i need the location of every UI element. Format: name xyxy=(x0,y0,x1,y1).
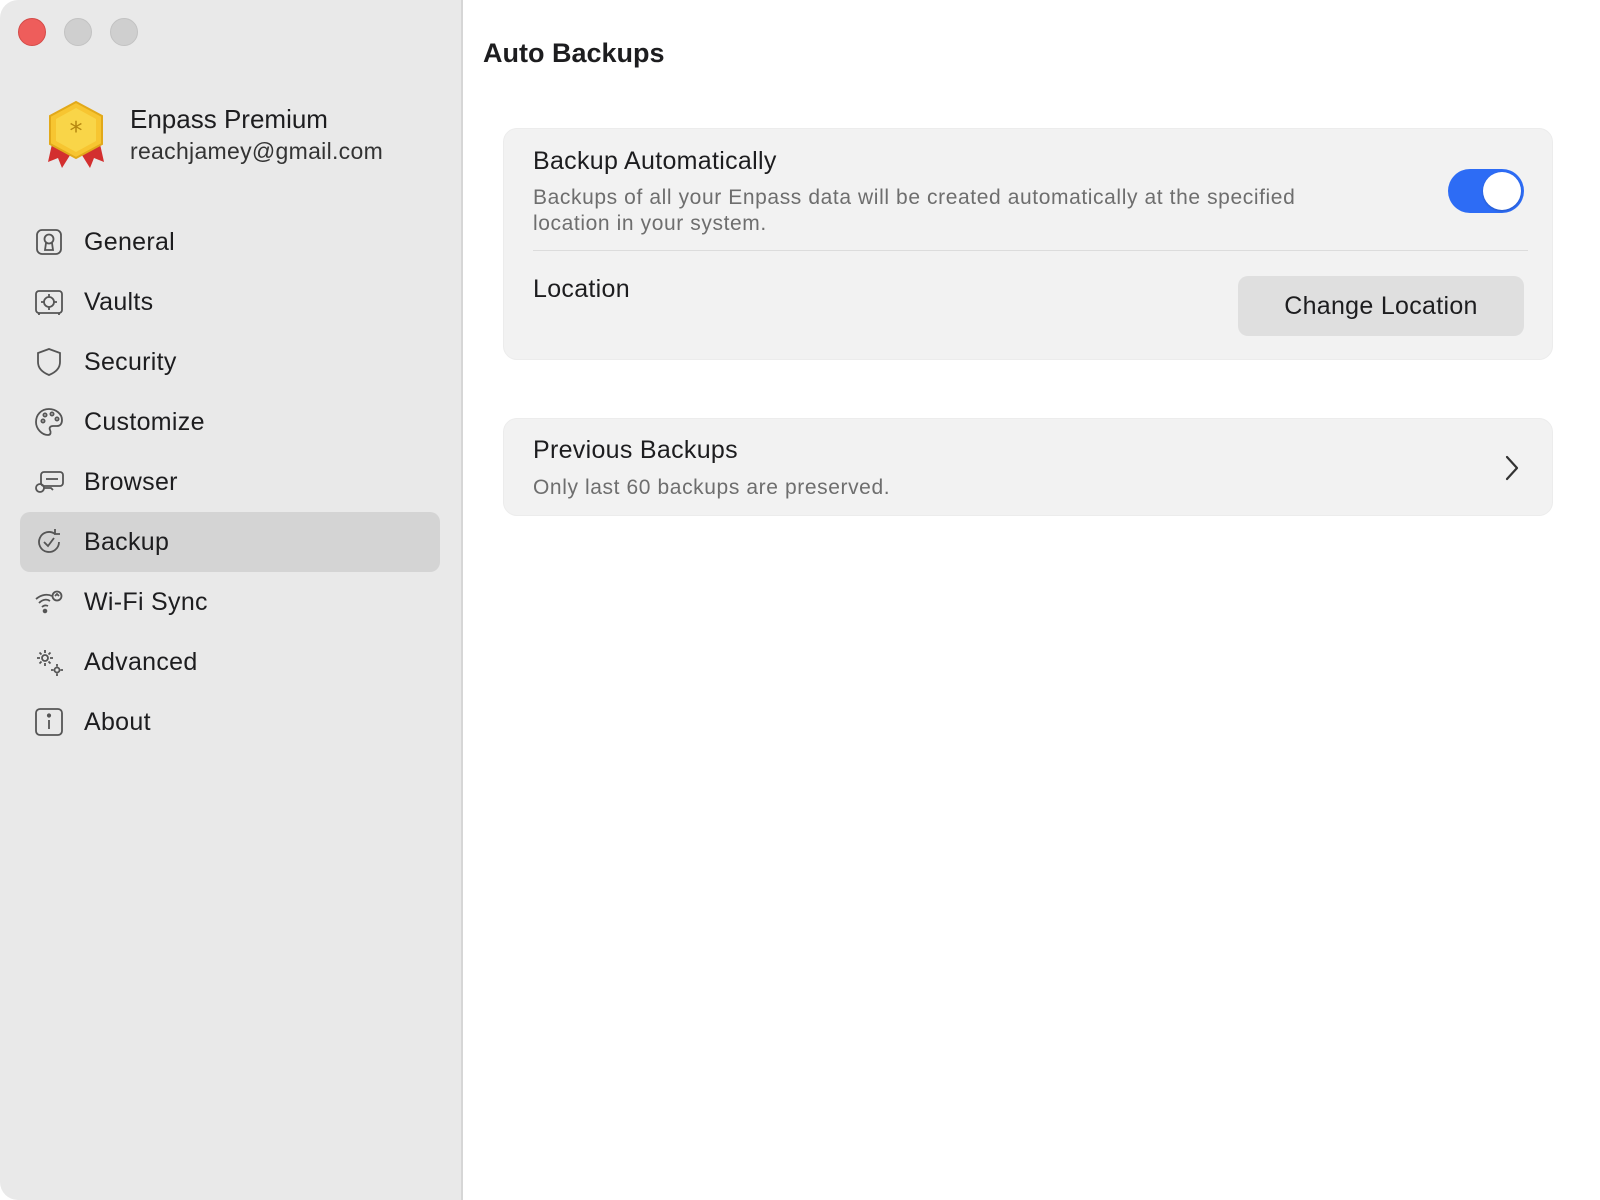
wifi-sync-icon xyxy=(32,585,66,619)
sidebar-item-backup[interactable]: Backup xyxy=(20,512,440,572)
account-header: * Enpass Premium reachjamey@gmail.com xyxy=(44,100,383,172)
shield-icon xyxy=(32,345,66,379)
info-icon xyxy=(32,705,66,739)
sidebar-item-advanced[interactable]: Advanced xyxy=(20,632,440,692)
sidebar-nav: General Vaults Security Customize Browse… xyxy=(20,212,440,752)
sidebar-item-about[interactable]: About xyxy=(20,692,440,752)
account-email: reachjamey@gmail.com xyxy=(130,138,384,164)
backup-icon xyxy=(32,525,66,559)
minimize-window-button[interactable] xyxy=(64,18,92,46)
sidebar-item-label: Advanced xyxy=(84,647,198,676)
account-name: Enpass Premium xyxy=(130,104,328,134)
sidebar-item-browser[interactable]: Browser xyxy=(20,452,440,512)
previous-backups-title: Previous Backups xyxy=(533,436,738,464)
toggle-knob xyxy=(1483,172,1521,210)
sidebar-item-general[interactable]: General xyxy=(20,212,440,272)
backup-automatically-description: Backups of all your Enpass data will be … xyxy=(533,186,1296,235)
page-title: Auto Backups xyxy=(483,38,665,68)
sidebar-item-label: Customize xyxy=(84,407,205,436)
sidebar-item-label: Security xyxy=(84,347,177,376)
zoom-window-button[interactable] xyxy=(110,18,138,46)
sidebar-item-label: Backup xyxy=(84,527,170,556)
sidebar-item-vaults[interactable]: Vaults xyxy=(20,272,440,332)
divider xyxy=(533,250,1528,251)
close-window-button[interactable] xyxy=(18,18,46,46)
premium-badge-icon: * xyxy=(48,100,104,168)
previous-backups-subtitle: Only last 60 backups are preserved. xyxy=(533,476,891,499)
sidebar-item-label: General xyxy=(84,227,176,256)
change-location-button[interactable]: Change Location xyxy=(1238,276,1524,336)
settings-window: * Enpass Premium reachjamey@gmail.com Ge… xyxy=(0,0,1600,1200)
main-content: Auto Backups Backup Automatically Backup… xyxy=(463,0,1600,1200)
chevron-right-icon[interactable] xyxy=(1502,453,1522,483)
previous-backups-card[interactable]: Previous Backups Only last 60 backups ar… xyxy=(503,418,1553,516)
location-label: Location xyxy=(533,275,630,303)
gears-icon xyxy=(32,645,66,679)
palette-icon xyxy=(32,405,66,439)
vault-icon xyxy=(32,285,66,319)
sidebar-item-label: Browser xyxy=(84,467,178,496)
window-controls xyxy=(18,18,138,46)
sidebar-item-label: Wi-Fi Sync xyxy=(84,587,208,616)
backup-automatically-toggle[interactable] xyxy=(1448,169,1524,213)
general-icon xyxy=(32,225,66,259)
svg-text:*: * xyxy=(70,117,83,147)
browser-key-icon xyxy=(32,465,66,499)
sidebar-item-label: About xyxy=(84,707,151,736)
sidebar-item-label: Vaults xyxy=(84,287,154,316)
backup-automatically-title: Backup Automatically xyxy=(533,147,777,175)
auto-backup-card: Backup Automatically Backups of all your… xyxy=(503,128,1553,360)
sidebar-item-customize[interactable]: Customize xyxy=(20,392,440,452)
sidebar-item-security[interactable]: Security xyxy=(20,332,440,392)
sidebar-item-wifi-sync[interactable]: Wi-Fi Sync xyxy=(20,572,440,632)
sidebar: * Enpass Premium reachjamey@gmail.com Ge… xyxy=(0,0,463,1200)
